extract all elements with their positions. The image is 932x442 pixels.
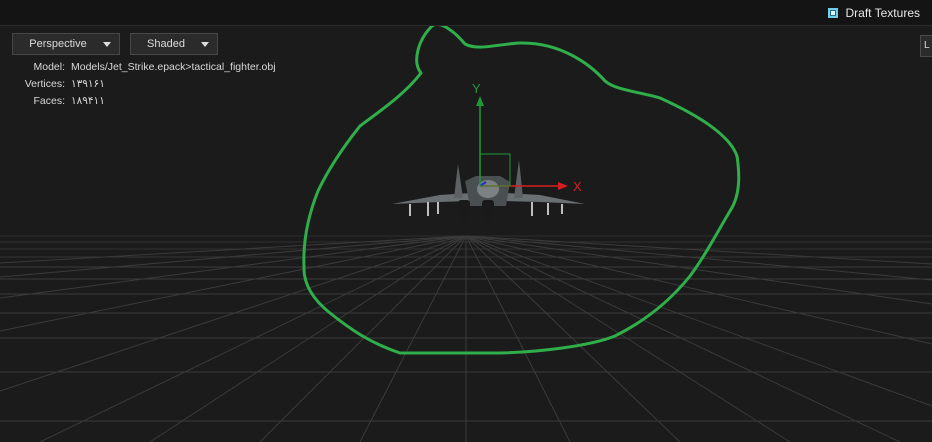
faces-key: Faces: <box>33 95 65 107</box>
vertices-key: Vertices: <box>24 78 65 90</box>
chevron-down-icon <box>201 41 209 47</box>
top-bar: Draft Textures <box>0 0 932 26</box>
floor-grid <box>0 235 932 442</box>
model-info-overlay: Model: Models/Jet_Strike.epack>tactical_… <box>0 59 276 110</box>
side-panel-tab[interactable]: L <box>920 35 932 57</box>
model-key: Model: <box>33 61 65 73</box>
vertices-value: ۱۳۹۱۶۱ <box>71 78 105 90</box>
draft-textures-checkbox[interactable] <box>827 8 838 18</box>
shading-mode-label: Shaded <box>147 38 185 50</box>
y-axis-arrowhead[interactable] <box>476 96 484 106</box>
faces-row: Faces: ۱۸۹۴۱۱ <box>0 93 276 110</box>
draft-textures-toggle[interactable]: Draft Textures <box>827 5 920 21</box>
view-mode-dropdown[interactable]: Perspective <box>12 33 120 55</box>
chevron-down-icon <box>103 41 111 47</box>
shading-mode-dropdown[interactable]: Shaded <box>130 33 218 55</box>
model-row: Model: Models/Jet_Strike.epack>tactical_… <box>0 59 276 76</box>
vertices-row: Vertices: ۱۳۹۱۶۱ <box>0 76 276 93</box>
draft-textures-label: Draft Textures <box>845 6 920 20</box>
x-axis-arrowhead[interactable] <box>558 182 568 190</box>
y-axis-label: Y <box>472 81 481 96</box>
view-mode-label: Perspective <box>29 38 87 50</box>
x-axis-label: X <box>573 179 582 194</box>
model-value: Models/Jet_Strike.epack>tactical_fighter… <box>71 61 276 73</box>
faces-value: ۱۸۹۴۱۱ <box>71 95 105 107</box>
3d-viewport[interactable]: X Y Perspective Shaded Model: Models/Jet… <box>0 26 932 442</box>
jet-model[interactable] <box>392 160 585 222</box>
